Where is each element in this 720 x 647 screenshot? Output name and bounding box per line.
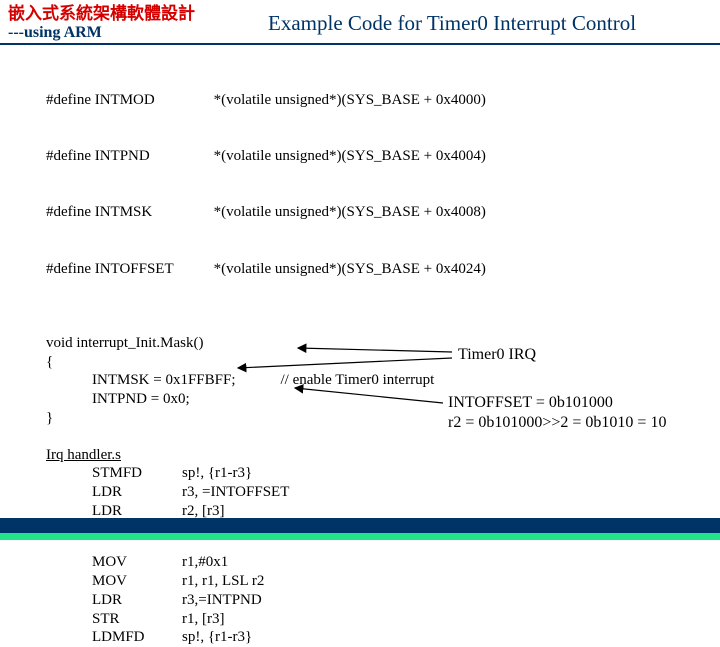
asm-line: MOVr1,#0x1 [92,553,720,572]
define-line: #define INTOFFSET [46,260,174,279]
slide-body: #define INTMOD #define INTPND #define IN… [0,45,720,647]
annotation-timer-irq: Timer0 IRQ [458,346,536,364]
asm-line: LDMFDsp!, {r1-r3} [92,628,720,647]
brace-close: } [46,410,53,426]
asm-line: STRr1, [r3] [92,610,720,629]
defines-names-col: #define INTMOD #define INTPND #define IN… [46,53,174,316]
define-value: *(volatile unsigned*)(SYS_BASE + 0x4000) [214,91,486,110]
define-line: #define INTMOD [46,91,174,110]
chinese-title: 嵌入式系統架構軟體設計 [8,5,268,24]
func-line: INTPND = 0x0; [46,391,190,407]
annotation-intoffset: INTOFFSET = 0b101000 r2 = 0b101000>>2 = … [448,393,666,433]
define-line: #define INTPND [46,147,174,166]
asm-line: LDRr3, =INTOFFSET [92,483,720,502]
header-left-block: 嵌入式系統架構軟體設計 ---using ARM [8,5,268,41]
defines-values-col: *(volatile unsigned*)(SYS_BASE + 0x4000)… [214,53,486,316]
func-comment: // enable Timer0 interrupt [281,372,435,388]
asm-line: STMFDsp!, {r1-r3} [92,464,720,483]
footer-bar [0,518,720,540]
asm-line: MOVr1, r1, LSL r2 [92,572,720,591]
func-signature: void interrupt_Init.Mask() [46,335,203,351]
asm-line: LDRr3,=INTPND [92,591,720,610]
subtitle: ---using ARM [8,24,268,42]
defines-block: #define INTMOD #define INTPND #define IN… [46,53,720,316]
define-value: *(volatile unsigned*)(SYS_BASE + 0x4008) [214,203,486,222]
asm-section: Irq handler.s STMFDsp!, {r1-r3} LDRr3, =… [46,446,720,647]
define-line: #define INTMSK [46,203,174,222]
define-value: *(volatile unsigned*)(SYS_BASE + 0x4024) [214,260,486,279]
brace-open: { [46,354,53,370]
define-value: *(volatile unsigned*)(SYS_BASE + 0x4004) [214,147,486,166]
main-title: Example Code for Timer0 Interrupt Contro… [268,5,710,36]
slide-header: 嵌入式系統架構軟體設計 ---using ARM Example Code fo… [0,0,720,45]
func-line: INTMSK = 0x1FFBFF; [46,372,236,388]
asm-label: Irq handler.s [46,446,720,465]
